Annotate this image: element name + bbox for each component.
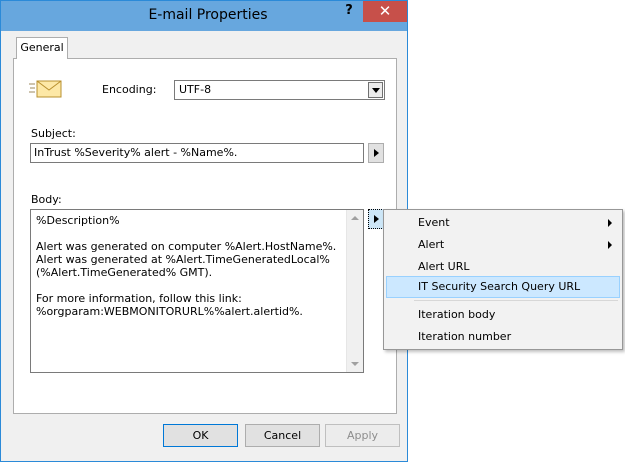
menu-item-label: Iteration number [418,330,512,343]
submenu-arrow-icon [608,219,612,227]
menu-item-label: Iteration body [418,308,496,321]
submenu-arrow-icon [608,241,612,249]
scroll-up-icon[interactable] [351,216,359,220]
menu-item-event[interactable]: Event [386,212,620,234]
body-text[interactable]: %Description% Alert was generated on com… [36,214,336,318]
subject-input[interactable]: InTrust %Severity% alert - %Name%. [30,143,364,163]
help-icon: ? [345,3,353,18]
email-properties-dialog: E-mail Properties ? ✕ General Encoding: … [0,0,408,462]
body-label: Body: [31,193,62,206]
body-insert-button[interactable] [368,209,384,229]
encoding-select[interactable]: UTF-8 [174,80,385,100]
menu-item-iteration-number[interactable]: Iteration number [386,326,620,348]
subject-insert-button[interactable] [368,143,384,163]
scroll-down-icon[interactable] [351,362,359,366]
encoding-value: UTF-8 [179,83,212,96]
ok-button[interactable]: OK [163,424,238,447]
menu-item-iteration-body[interactable]: Iteration body [386,304,620,326]
body-textarea[interactable]: %Description% Alert was generated on com… [30,209,364,373]
menu-item-label: Alert URL [418,260,470,273]
body-scrollbar[interactable] [346,210,363,372]
tab-general[interactable]: General [16,37,68,59]
close-icon: ✕ [378,2,392,20]
menu-item-label: Event [418,216,450,229]
menu-item-label: IT Security Search Query URL [418,280,581,293]
insert-variable-menu: Event Alert Alert URL IT Security Search… [383,209,623,350]
menu-item-label: Alert [418,238,445,251]
title-bar[interactable]: E-mail Properties ? ✕ [1,1,407,31]
subject-label: Subject: [31,127,76,140]
menu-item-it-security-search-query-url[interactable]: IT Security Search Query URL [386,276,620,298]
envelope-icon [29,80,62,98]
encoding-label: Encoding: [102,83,157,96]
chevron-down-icon[interactable] [368,82,383,98]
apply-button[interactable]: Apply [325,424,400,447]
menu-item-alert-url[interactable]: Alert URL [386,256,620,278]
cancel-button[interactable]: Cancel [245,424,320,447]
help-button[interactable]: ? [335,1,363,22]
menu-separator [414,300,618,301]
close-button[interactable]: ✕ [363,1,407,22]
menu-item-alert[interactable]: Alert [386,234,620,256]
